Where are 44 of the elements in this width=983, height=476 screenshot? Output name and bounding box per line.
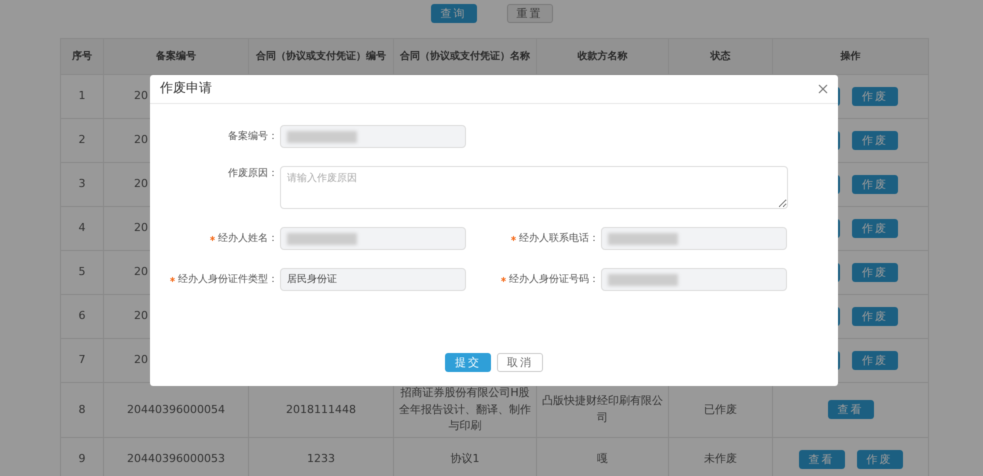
blurred-value bbox=[287, 232, 357, 244]
table-cell: 5 bbox=[60, 250, 104, 294]
dialog-title: 作废申请 bbox=[160, 80, 212, 98]
field-label: 经办人身份证号码： bbox=[509, 272, 599, 287]
table-cell: 4 bbox=[60, 206, 104, 250]
row-action-button[interactable]: 作废 bbox=[852, 175, 898, 194]
search-button[interactable]: 查询 bbox=[430, 4, 476, 23]
field-label: 经办人联系电话： bbox=[519, 232, 599, 246]
column-header: 状态 bbox=[668, 38, 772, 74]
table-cell: 2 bbox=[60, 118, 104, 162]
row-action-button[interactable]: 查看 bbox=[798, 450, 844, 468]
submit-button[interactable]: 提交 bbox=[445, 353, 491, 372]
reason-textarea[interactable]: 请输入作废原因 bbox=[280, 166, 788, 209]
table-cell: 8 bbox=[60, 382, 104, 437]
table-cell: 3 bbox=[60, 162, 104, 206]
table-cell: 6 bbox=[60, 294, 104, 338]
column-header: 收款方名称 bbox=[536, 38, 668, 74]
table-cell: 7 bbox=[60, 338, 104, 382]
row-action-button[interactable]: 作废 bbox=[852, 307, 898, 326]
row-action-button[interactable]: 作废 bbox=[852, 87, 898, 106]
column-header: 操作 bbox=[772, 38, 928, 74]
row-action-button[interactable]: 作废 bbox=[856, 450, 902, 468]
blurred-value bbox=[608, 274, 678, 286]
column-header: 序号 bbox=[60, 38, 104, 74]
column-header: 备案编号 bbox=[104, 38, 248, 74]
row-action-button[interactable]: 作废 bbox=[852, 219, 898, 238]
blurred-value bbox=[287, 130, 357, 142]
table-cell: 1 bbox=[60, 74, 104, 118]
column-header: 合同（协议或支付凭证）编号 bbox=[248, 38, 394, 74]
blurred-value bbox=[608, 232, 678, 244]
input-field[interactable]: 居民身份证 bbox=[280, 268, 466, 291]
table-cell: 9 bbox=[60, 437, 104, 476]
column-header: 合同（协议或支付凭证）名称 bbox=[394, 38, 536, 74]
input-field[interactable] bbox=[280, 125, 466, 148]
input-field[interactable] bbox=[280, 227, 466, 250]
row-action-button[interactable]: 作废 bbox=[852, 131, 898, 150]
row-action-button[interactable]: 作废 bbox=[852, 351, 898, 370]
row-action-button[interactable]: 查看 bbox=[828, 400, 874, 420]
cancel-button[interactable]: 取消 bbox=[497, 353, 543, 372]
input-field[interactable] bbox=[601, 227, 787, 250]
close-icon[interactable] bbox=[818, 84, 828, 94]
input-field[interactable] bbox=[601, 268, 787, 291]
reset-button[interactable]: 重置 bbox=[506, 4, 552, 23]
row-action-button[interactable]: 作废 bbox=[852, 263, 898, 282]
